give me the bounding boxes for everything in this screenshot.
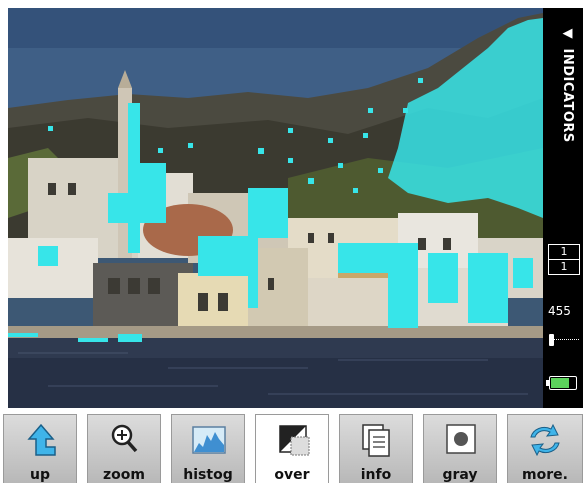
histog-label: histog xyxy=(183,467,233,483)
up-button[interactable]: up xyxy=(3,414,77,483)
gray-label: gray xyxy=(442,467,478,483)
bottom-toolbar: up zoom histog over info gray more. xyxy=(0,408,583,483)
frame-counter: 1 1 xyxy=(548,244,580,275)
level-slider[interactable] xyxy=(549,334,579,346)
indicators-title: INDICATORS xyxy=(560,48,575,143)
gray-button[interactable]: gray xyxy=(423,414,497,483)
cycle-arrows-icon xyxy=(530,423,560,457)
harbor-photo xyxy=(8,8,543,408)
photo-preview[interactable] xyxy=(8,8,543,408)
up-label: up xyxy=(30,467,50,483)
zoom-label: zoom xyxy=(103,467,145,483)
more-button[interactable]: more. xyxy=(507,414,583,483)
shot-count: 455 xyxy=(548,304,571,318)
magnifier-plus-icon xyxy=(111,424,138,453)
frame-number: 1 xyxy=(549,245,579,260)
battery-indicator xyxy=(546,376,577,390)
indicators-panel: ◀ INDICATORS 1 1 455 xyxy=(543,8,583,408)
pages-info-icon xyxy=(362,424,390,457)
battery-level xyxy=(551,378,569,388)
up-arrow-icon xyxy=(27,423,56,456)
histog-button[interactable]: histog xyxy=(171,414,245,483)
info-button[interactable]: info xyxy=(339,414,413,483)
indicators-label[interactable]: ◀ INDICATORS xyxy=(549,26,575,186)
over-button[interactable]: over xyxy=(255,414,329,483)
overexposure-icon xyxy=(279,425,310,456)
zoom-button[interactable]: zoom xyxy=(87,414,161,483)
camera-review-screen: ◀ INDICATORS 1 1 455 up zoom histog over… xyxy=(0,0,583,483)
battery-nub xyxy=(546,380,549,386)
frame-total: 1 xyxy=(560,260,568,273)
slider-track xyxy=(552,339,579,342)
over-label: over xyxy=(274,467,310,483)
more-label: more. xyxy=(522,467,568,483)
histogram-icon xyxy=(192,426,226,454)
slider-knob[interactable] xyxy=(549,334,554,346)
gray-square-icon xyxy=(446,424,476,454)
triangle-icon: ◀ xyxy=(560,26,575,42)
info-label: info xyxy=(360,467,392,483)
